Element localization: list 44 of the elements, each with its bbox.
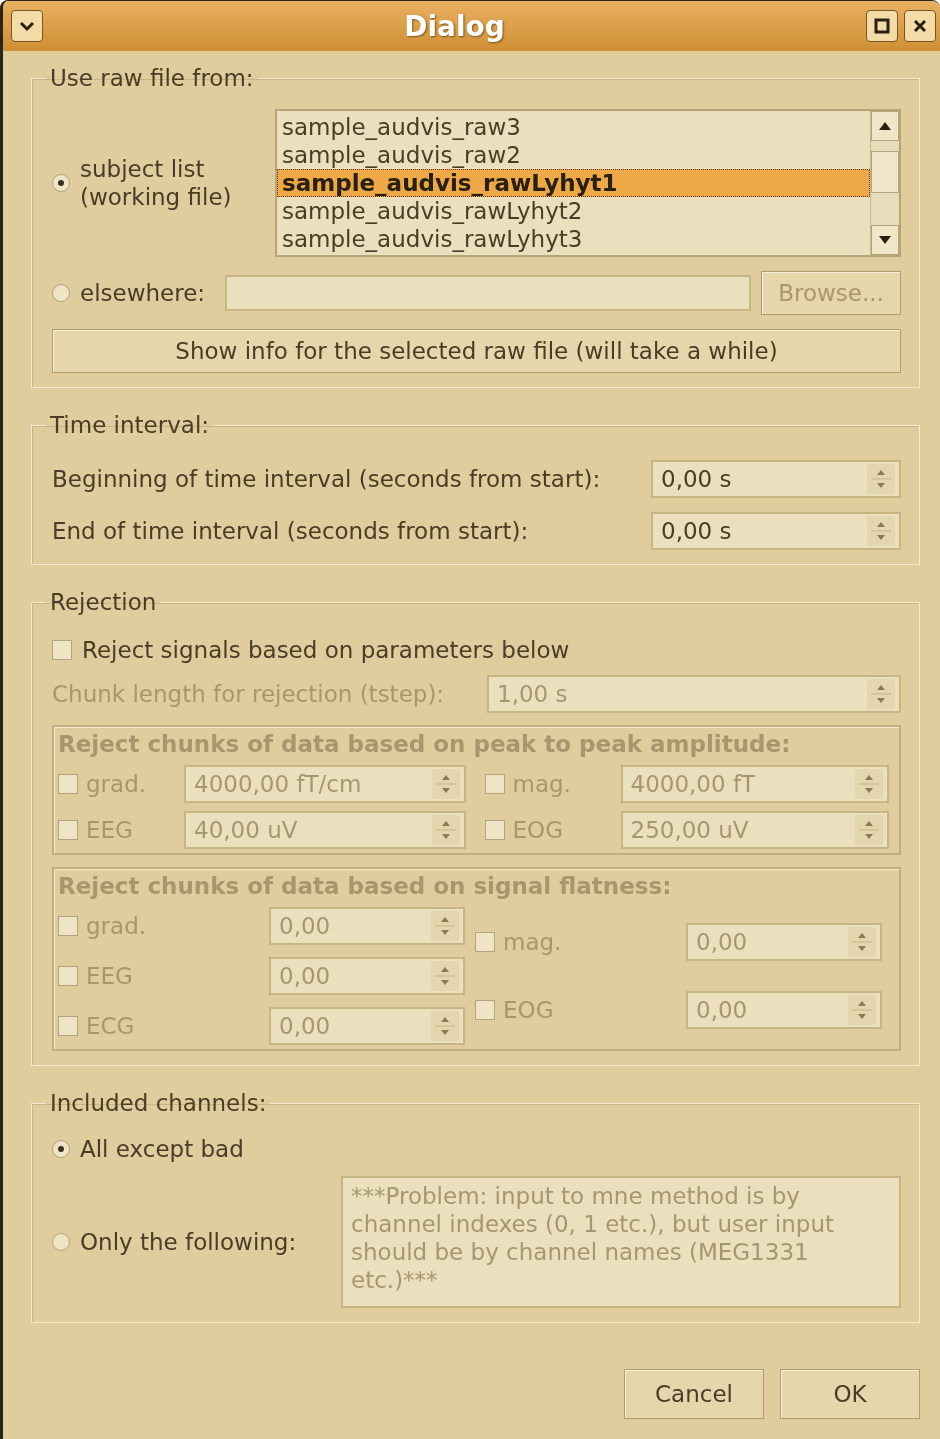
radio-button[interactable]: [52, 1233, 70, 1251]
radio-label[interactable]: Only the following:: [80, 1229, 297, 1255]
info-button[interactable]: Show info for the selected raw file (will take a while): [52, 329, 901, 373]
channel-names-field[interactable]: ***Problem: input to mne method is by channel indexes (0, 1 etc.), but user input should be by channel names (MEG1331 etc.)***: [341, 1176, 901, 1308]
radio-label[interactable]: All except bad: [80, 1136, 244, 1162]
radio-label[interactable]: elsewhere:: [80, 280, 206, 306]
group-title: Time interval:: [49, 412, 211, 438]
spin-buttons[interactable]: [867, 464, 895, 494]
radio-button[interactable]: [52, 284, 70, 302]
down-arrow-icon: [879, 236, 891, 244]
checkbox[interactable]: [52, 640, 72, 660]
list-item[interactable]: sample_audvis_rawLyhyt3: [277, 225, 870, 253]
field-label: Beginning of time interval (seconds from start):: [52, 466, 601, 492]
dialog-button[interactable]: OK: [780, 1369, 920, 1419]
checkbox-label[interactable]: Reject signals based on parameters below: [82, 637, 570, 663]
path-field[interactable]: [225, 275, 751, 311]
file-list[interactable]: sample_audvis_raw3 sample_audvis_raw2 sample_audvis_rawLyhyt1 sample_audvis_rawLyhyt2 sample_audvis_rawLyhyt3: [275, 109, 901, 257]
spin-field[interactable]: 0,00 s: [651, 512, 901, 550]
maximize-icon: [874, 18, 890, 34]
dialog-button[interactable]: Cancel: [624, 1369, 764, 1419]
list-item[interactable]: sample_audvis_rawLyhyt2: [277, 197, 870, 225]
close-button[interactable]: [904, 10, 936, 42]
spin-field[interactable]: 0,00 s: [651, 460, 901, 498]
scroll-thumb[interactable]: [871, 151, 899, 193]
field-label: End of time interval (seconds from start):: [52, 518, 529, 544]
group-title: Use raw file from:: [49, 65, 255, 91]
chevron-down-icon: [19, 20, 35, 32]
spin-buttons[interactable]: [867, 679, 895, 709]
spin-buttons[interactable]: [867, 516, 895, 546]
group-title: Included channels:: [49, 1090, 268, 1116]
menu-button[interactable]: [11, 10, 43, 42]
list-item[interactable]: sample_audvis_raw2: [277, 141, 870, 169]
radio-label[interactable]: subject list (working file): [80, 155, 232, 211]
radio-button[interactable]: [52, 174, 70, 192]
scroll-down-button[interactable]: [871, 225, 899, 255]
window-title: Dialog: [403, 9, 506, 43]
list-item[interactable]: sample_audvis_rawLyhyt1: [277, 169, 870, 197]
scroll-up-button[interactable]: [871, 111, 899, 141]
list-item[interactable]: sample_audvis_raw3: [277, 113, 870, 141]
group-title: Rejection: [49, 589, 158, 615]
up-arrow-icon: [879, 122, 891, 130]
maximize-button[interactable]: [866, 10, 898, 42]
close-icon: [912, 18, 928, 34]
radio-button[interactable]: [52, 1140, 70, 1158]
